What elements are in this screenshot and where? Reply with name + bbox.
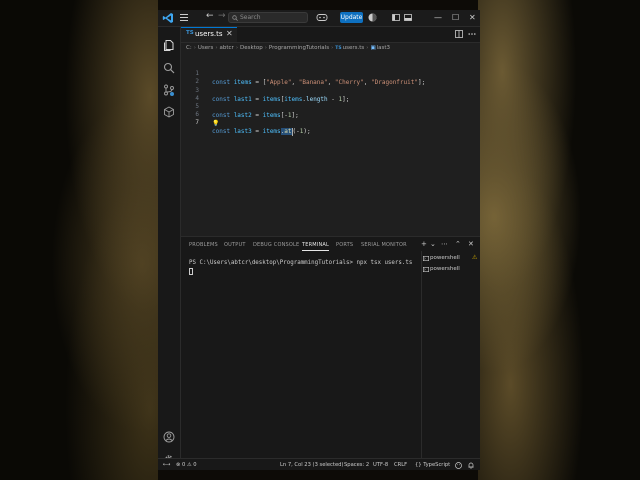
breadcrumb-item[interactable]: Users xyxy=(198,43,213,53)
search-placeholder: Search xyxy=(240,14,261,21)
new-terminal-button[interactable]: + xyxy=(421,240,427,248)
search-icon xyxy=(232,15,238,21)
breadcrumb-item[interactable]: C: xyxy=(186,43,192,53)
terminal-icon xyxy=(423,256,429,261)
indentation-status[interactable]: Spaces: 2 xyxy=(344,459,369,470)
breadcrumb-item[interactable]: ProgrammingTutorials xyxy=(269,43,329,53)
breadcrumb-item[interactable]: last3 xyxy=(377,43,390,53)
forward-arrow-icon[interactable]: → xyxy=(218,11,226,21)
problems-count[interactable]: ⊗ 0 ⚠ 0 xyxy=(176,459,197,470)
source-control-icon[interactable] xyxy=(163,84,175,96)
title-bar: ← → Search Update — ☐ ✕ xyxy=(158,10,480,27)
variable-symbol-icon: ▣ xyxy=(370,45,376,51)
terminal-prompt[interactable]: PS C:\Users\abtcr\desktop\ProgrammingTut… xyxy=(189,259,412,267)
line-number: 7 xyxy=(195,119,199,126)
tab-ports[interactable]: PORTS xyxy=(336,242,353,248)
close-panel-icon[interactable]: ✕ xyxy=(468,240,474,248)
update-button[interactable]: Update xyxy=(340,12,363,23)
tab-output[interactable]: OUTPUT xyxy=(224,242,246,248)
tab-terminal[interactable]: TERMINAL xyxy=(302,242,330,251)
copilot-icon[interactable] xyxy=(316,13,328,22)
toggle-panel-icon[interactable] xyxy=(404,14,412,21)
vscode-logo-icon xyxy=(162,13,173,23)
breadcrumb-item[interactable]: users.ts xyxy=(343,43,365,53)
vscode-window: ← → Search Update — ☐ ✕ TS users.ts ✕ C:… xyxy=(158,10,480,470)
tab-debug-console[interactable]: DEBUG CONSOLE xyxy=(253,242,299,248)
breadcrumb: C: › Users › abtcr › Desktop › ProgrammingTutori… xyxy=(181,43,480,53)
breadcrumb-item[interactable]: abtcr xyxy=(220,43,234,53)
background-left xyxy=(0,0,158,480)
extensions-icon[interactable] xyxy=(163,106,175,118)
account-activity-icon[interactable] xyxy=(163,431,175,443)
close-window-button[interactable]: ✕ xyxy=(469,10,476,26)
activity-bar xyxy=(158,27,181,470)
code-line-current: 7 const last3 = items.at(-1); xyxy=(181,109,311,136)
bottom-panel: PROBLEMS OUTPUT DEBUG CONSOLE TERMINAL P… xyxy=(181,236,480,467)
tab-serial-monitor[interactable]: SERIAL MONITOR xyxy=(361,242,407,248)
warning-icon: ⚠ xyxy=(472,254,478,261)
notifications-bell-icon[interactable] xyxy=(468,462,474,469)
eol-status[interactable]: CRLF xyxy=(394,459,407,470)
more-terminal-actions-icon[interactable]: ⋯ xyxy=(441,240,448,248)
tab-close-icon[interactable]: ✕ xyxy=(226,28,233,40)
terminal-dropdown-icon[interactable]: ⌄ xyxy=(430,240,436,248)
background-right xyxy=(478,0,640,480)
command-center-search[interactable]: Search xyxy=(228,12,308,23)
editor-tabs: TS users.ts ✕ xyxy=(181,27,480,43)
search-view-icon[interactable] xyxy=(163,62,175,74)
status-bar: ⟷ ⊗ 0 ⚠ 0 Ln 7, Col 23 (3 selected) Spac… xyxy=(158,458,480,470)
encoding-status[interactable]: UTF-8 xyxy=(373,459,388,470)
terminal-cursor xyxy=(189,268,193,275)
terminal-item-powershell[interactable]: powershell xyxy=(430,265,460,273)
tab-label: users.ts xyxy=(195,30,223,38)
code-editor[interactable]: 1 const items = ["Apple", "Banana", "Che… xyxy=(181,53,480,236)
tab-problems[interactable]: PROBLEMS xyxy=(189,242,218,248)
explorer-icon[interactable] xyxy=(163,39,175,51)
feedback-icon[interactable] xyxy=(455,462,462,469)
tab-users-ts[interactable]: TS users.ts ✕ xyxy=(181,27,237,42)
code-line: 2 xyxy=(181,68,203,85)
back-arrow-icon[interactable]: ← xyxy=(206,11,214,21)
terminal-icon xyxy=(423,267,429,272)
terminal-item-powershell[interactable]: powershell xyxy=(430,254,460,262)
toggle-sidebar-icon[interactable] xyxy=(392,14,400,21)
cursor-position[interactable]: Ln 7, Col 23 (3 selected) xyxy=(280,459,343,470)
remote-indicator-icon[interactable]: ⟷ xyxy=(163,459,170,470)
terminal-list: powershell ⚠ powershell xyxy=(421,251,480,461)
maximize-panel-icon[interactable]: ⌃ xyxy=(455,240,461,248)
account-icon[interactable] xyxy=(368,13,377,22)
typescript-file-icon: TS xyxy=(186,30,194,36)
language-mode[interactable]: {} TypeScript xyxy=(415,459,450,470)
menu-icon[interactable] xyxy=(180,14,188,21)
breadcrumb-item[interactable]: Desktop xyxy=(240,43,263,53)
maximize-button[interactable]: ☐ xyxy=(452,10,459,26)
minimize-button[interactable]: — xyxy=(434,10,442,26)
split-editor-icon[interactable] xyxy=(455,30,463,38)
more-actions-icon[interactable] xyxy=(468,30,476,38)
